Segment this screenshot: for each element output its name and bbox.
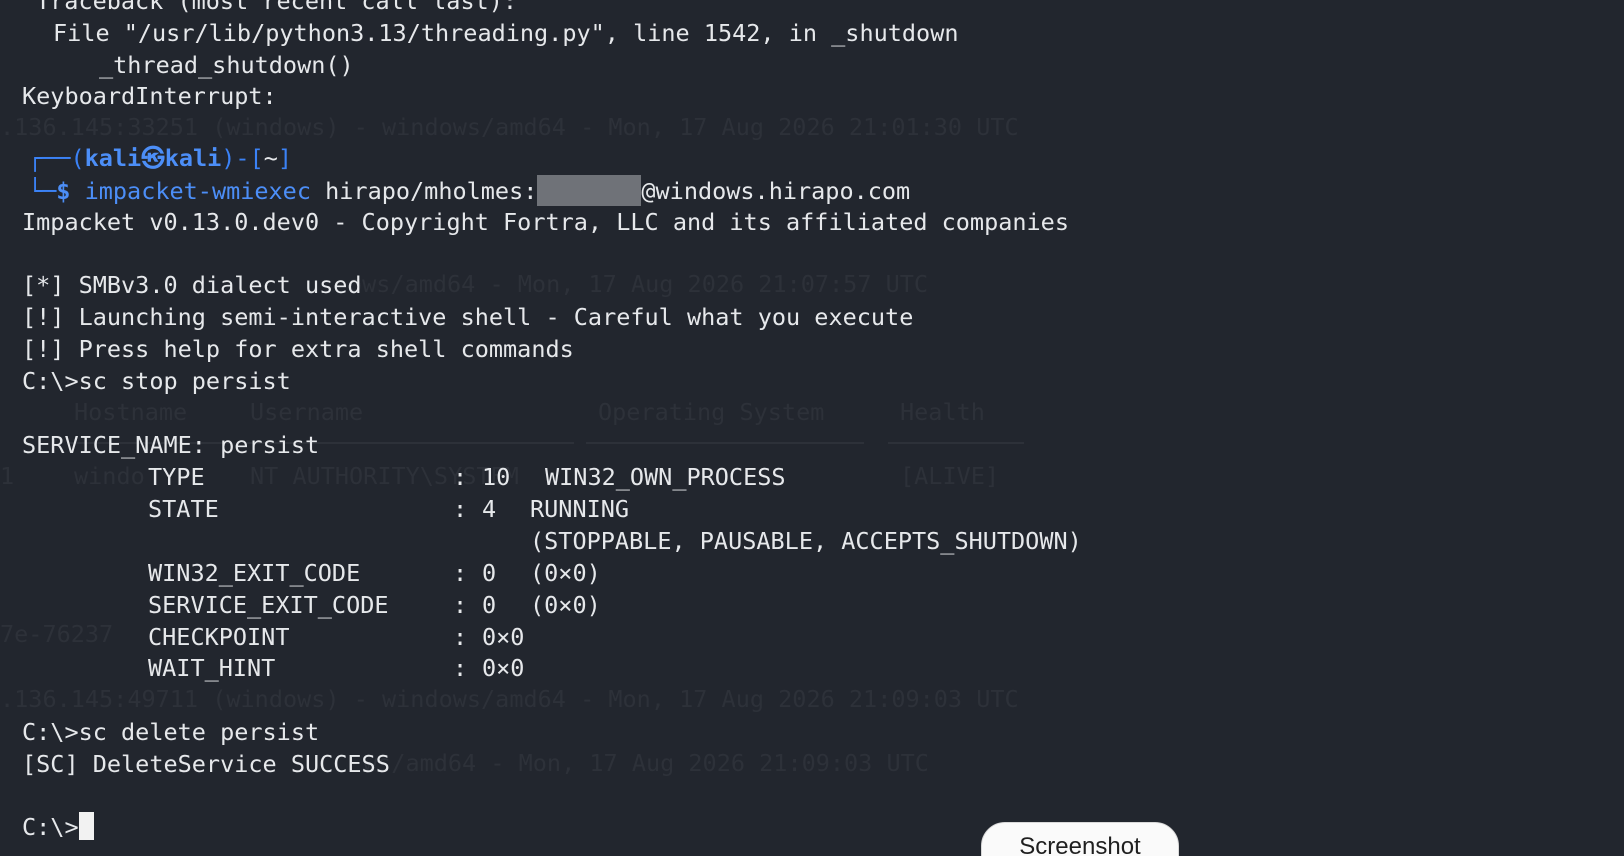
service-field-colon: :: [453, 495, 468, 523]
service-field-key: SERVICE_EXIT_CODE: [148, 591, 389, 619]
output-line-sc-delete: C:\>sc delete persist: [22, 718, 320, 746]
screenshot-button[interactable]: Screenshot: [981, 822, 1179, 856]
ghost-table-header: Operating System: [598, 398, 825, 426]
output-line-impacket-banner: Impacket v0.13.0.dev0 - Copyright Fortra…: [22, 208, 1069, 236]
output-line-keyboard-interrupt: KeyboardInterrupt:: [22, 82, 277, 110]
final-prompt: C:\>: [22, 813, 79, 841]
service-field-row: STATE : 4 RUNNING: [0, 494, 1200, 526]
terminal-window[interactable]: .136.145:33251 (windows) - windows/amd64…: [0, 0, 1624, 856]
command-target-prefix: hirapo/mholmes:: [325, 177, 538, 205]
service-field-desc: WIN32_OWN_PROCESS: [545, 463, 786, 491]
prompt-host: kali: [164, 144, 222, 172]
output-line-traceback-file: File "/usr/lib/python3.13/threading.py",…: [53, 19, 959, 47]
prompt-frame: )-[: [221, 144, 264, 172]
service-field-value: 10: [482, 463, 511, 491]
service-field-value: 0: [482, 559, 497, 587]
prompt-cwd: ~: [263, 144, 278, 172]
shell-input-line[interactable]: C:\>: [22, 812, 94, 844]
service-field-key: CHECKPOINT: [148, 623, 290, 651]
output-line-delete-success: [SC] DeleteService SUCCESS: [22, 750, 390, 778]
ghost-session-line: .136.145:33251 (windows) - windows/amd64…: [0, 113, 1019, 141]
ghost-session-line: .136.145:49711 (windows) - windows/amd64…: [0, 685, 1019, 713]
output-line-thread-shutdown: _thread_shutdown(): [99, 51, 354, 79]
command-target-suffix: @windows.hirapo.com: [641, 177, 911, 205]
service-field-colon: :: [453, 591, 468, 619]
output-line-service-name: SERVICE_NAME: persist: [22, 431, 320, 459]
service-field-row: TYPE : 10 WIN32_OWN_PROCESS: [0, 462, 1200, 494]
service-field-desc: (STOPPABLE, PAUSABLE, ACCEPTS_SHUTDOWN): [530, 527, 1082, 555]
service-field-key: WAIT_HINT: [148, 654, 276, 682]
output-line-press-help: [!] Press help for extra shell commands: [22, 335, 574, 363]
prompt-frame: ]: [277, 144, 293, 172]
output-line-traceback: Traceback (most recent call last):: [36, 0, 518, 15]
ghost-table-header: Hostname: [74, 398, 188, 426]
service-field-row: WAIT_HINT : 0×0: [0, 653, 1200, 685]
service-field-colon: :: [453, 559, 468, 587]
command-name: impacket-wmiexec: [84, 177, 311, 205]
prompt-dollar: $: [56, 177, 71, 205]
prompt-frame: ┌──(: [28, 144, 85, 172]
service-field-value: 0×0: [482, 623, 525, 651]
service-field-colon: :: [453, 463, 468, 491]
service-field-value: 4: [482, 495, 497, 523]
service-field-value: 0: [482, 591, 497, 619]
ghost-session-line: ws/amd64 - Mon, 17 Aug 2026 21:09:03 UTC: [363, 749, 929, 777]
service-field-colon: :: [453, 623, 468, 651]
shell-command-line: └─$ impacket-wmiexec hirapo/mholmes: @win…: [28, 175, 910, 207]
ghost-session-line: ows/amd64 - Mon, 17 Aug 2026 21:07:57 UT…: [348, 270, 929, 298]
service-field-row: CHECKPOINT : 0×0: [0, 622, 1200, 654]
prompt-at-icon: ㉿: [141, 144, 165, 172]
screenshot-button-label: Screenshot: [1019, 833, 1141, 856]
service-field-value: 0×0: [482, 654, 525, 682]
service-field-row: (STOPPABLE, PAUSABLE, ACCEPTS_SHUTDOWN): [0, 526, 1200, 558]
service-field-row: WIN32_EXIT_CODE : 0 (0×0): [0, 558, 1200, 590]
output-line-smb-dialect: [*] SMBv3.0 dialect used: [22, 271, 362, 299]
prompt-frame: └─: [28, 177, 57, 205]
prompt-user: kali: [84, 144, 142, 172]
service-field-desc: (0×0): [530, 591, 601, 619]
service-field-key: TYPE: [148, 463, 205, 491]
shell-prompt-header: ┌──(kali㉿kali)-[~]: [28, 143, 292, 175]
service-field-desc: RUNNING: [530, 495, 630, 523]
ghost-table-header: Health: [900, 398, 985, 426]
text-cursor: [78, 812, 94, 840]
redacted-password: [537, 175, 642, 206]
service-field-desc: (0×0): [530, 559, 601, 587]
service-field-key: WIN32_EXIT_CODE: [148, 559, 361, 587]
service-field-key: STATE: [148, 495, 219, 523]
output-line-sc-stop: C:\>sc stop persist: [22, 367, 291, 395]
service-field-colon: :: [453, 654, 468, 682]
ghost-table-rule: [888, 442, 1024, 444]
service-field-row: SERVICE_EXIT_CODE : 0 (0×0): [0, 590, 1200, 622]
ghost-table-rule: [586, 442, 864, 444]
output-line-launching-shell: [!] Launching semi-interactive shell - C…: [22, 303, 914, 331]
ghost-table-header: Username: [250, 398, 364, 426]
